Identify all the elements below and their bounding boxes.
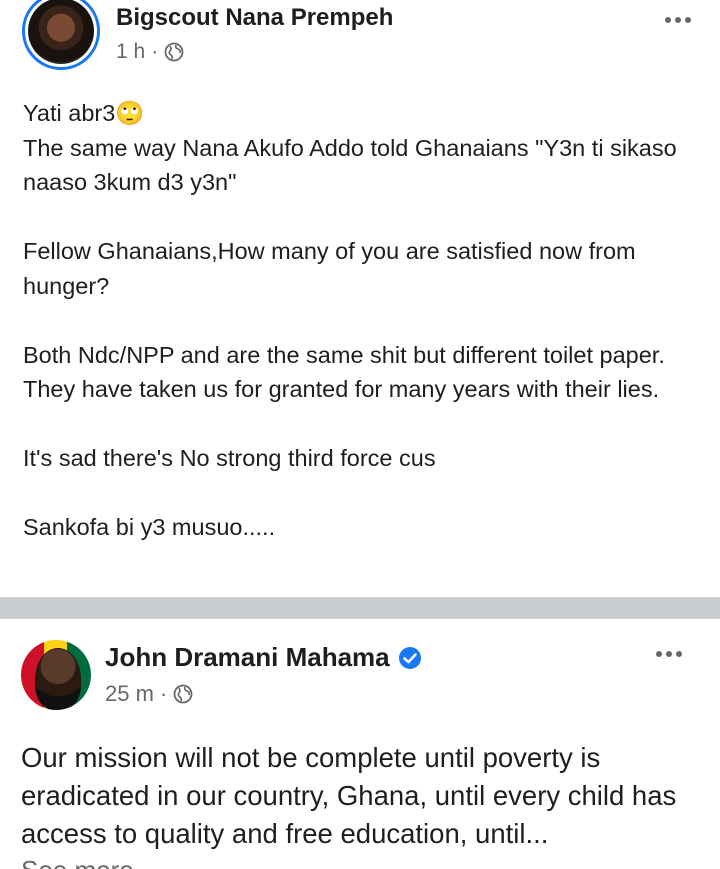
- author-name-row: John Dramani Mahama: [105, 642, 422, 673]
- post-line: Yati abr3🙄: [23, 100, 145, 126]
- meta-separator: ·: [159, 681, 168, 706]
- post-card-2: John Dramani Mahama 25 m · Our mission w…: [0, 619, 720, 869]
- author-name[interactable]: Bigscout Nana Prempeh: [116, 4, 393, 32]
- see-more-link[interactable]: See more: [21, 855, 134, 869]
- post-card-1: Bigscout Nana Prempeh 1 h · Yati abr3🙄 T…: [0, 0, 720, 597]
- post-line: The same way Nana Akufo Addo told Ghanai…: [23, 134, 684, 196]
- globe-icon: [164, 42, 184, 62]
- post-text: Yati abr3🙄 The same way Nana Akufo Addo …: [23, 96, 703, 545]
- post-meta: 1 h ·: [116, 40, 184, 64]
- author-avatar[interactable]: [21, 640, 91, 710]
- author-name[interactable]: John Dramani Mahama: [105, 642, 390, 673]
- post-line: Sankofa bi y3 musuo.....: [23, 514, 276, 540]
- post-time[interactable]: 1 h: [116, 40, 145, 64]
- more-options-icon[interactable]: [665, 17, 691, 23]
- more-options-icon[interactable]: [656, 651, 682, 657]
- globe-icon: [173, 684, 193, 704]
- post-time[interactable]: 25 m: [105, 681, 154, 707]
- feed-divider: [0, 597, 720, 619]
- post-line: Fellow Ghanaians,How many of you are sat…: [23, 238, 643, 299]
- verified-badge-icon: [398, 646, 421, 669]
- post-line: Both Ndc/NPP and are the same shit but d…: [23, 341, 671, 403]
- post-line: It's sad there's No strong third force c…: [23, 445, 436, 471]
- meta-separator: ·: [151, 40, 159, 63]
- post-meta: 25 m ·: [105, 681, 193, 707]
- author-avatar[interactable]: [22, 0, 100, 70]
- post-paragraph: Our mission will not be complete until p…: [21, 742, 677, 849]
- post-text: Our mission will not be complete until p…: [21, 739, 711, 853]
